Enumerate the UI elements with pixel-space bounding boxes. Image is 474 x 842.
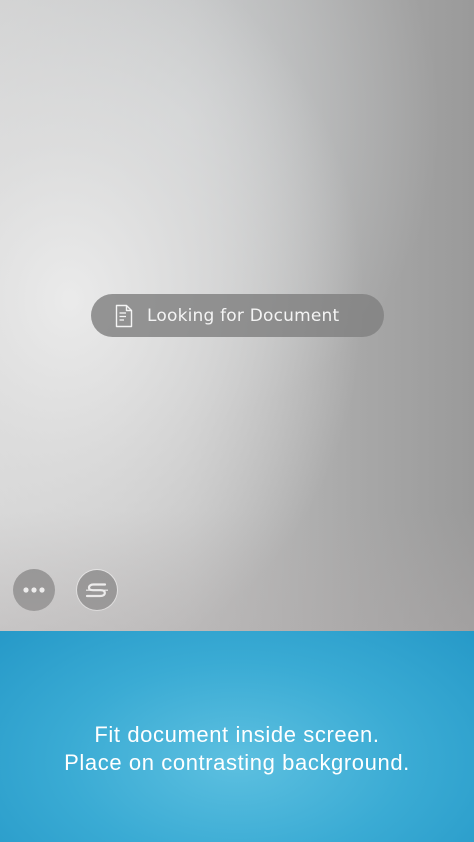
instruction-panel: Fit document inside screen. Place on con… xyxy=(0,631,474,842)
status-pill: Looking for Document xyxy=(91,294,384,337)
more-options-button[interactable] xyxy=(13,569,55,611)
instruction-text: Fit document inside screen. Place on con… xyxy=(64,721,410,777)
scanner-screen: Looking for Document Fit document inside… xyxy=(0,0,474,842)
instruction-line-1: Fit document inside screen. xyxy=(94,721,380,747)
document-icon xyxy=(115,304,133,327)
more-horizontal-icon xyxy=(23,587,45,593)
scansnap-logo-icon xyxy=(85,583,108,598)
status-label: Looking for Document xyxy=(147,305,340,326)
camera-preview[interactable]: Looking for Document xyxy=(0,0,474,631)
scansnap-button[interactable] xyxy=(76,569,118,611)
instruction-line-2: Place on contrasting background. xyxy=(64,749,410,775)
